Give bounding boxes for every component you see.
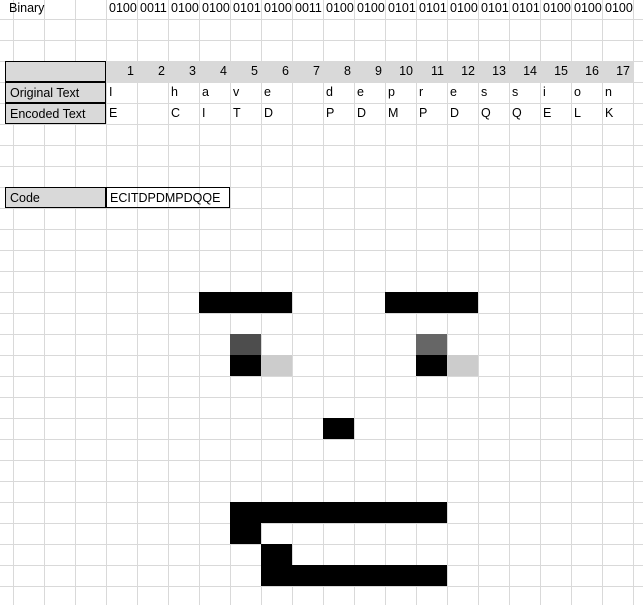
mouth-bottom: [261, 565, 447, 586]
encoded-text-cell[interactable]: M: [385, 103, 416, 124]
column-header[interactable]: 3: [168, 61, 199, 82]
encoded-text-cell[interactable]: P: [323, 103, 354, 124]
left-eye-white: [261, 355, 292, 376]
code-value-cell[interactable]: ECITDPDMPDQQE: [106, 187, 230, 208]
binary-cell[interactable]: 0100: [199, 0, 230, 19]
binary-cell[interactable]: 0100: [354, 0, 385, 19]
encoded-text-cell[interactable]: [292, 103, 323, 124]
binary-cell[interactable]: 0100: [106, 0, 137, 19]
binary-label[interactable]: Binary: [5, 0, 106, 19]
original-text-cell[interactable]: v: [230, 82, 261, 103]
original-text-cell[interactable]: [137, 82, 168, 103]
nose: [323, 418, 354, 439]
binary-cell[interactable]: 0100: [540, 0, 571, 19]
column-header[interactable]: 14: [509, 61, 540, 82]
binary-cell[interactable]: 0100: [168, 0, 199, 19]
encoded-text-cell[interactable]: D: [261, 103, 292, 124]
left-eyebrow: [199, 292, 292, 313]
encoded-text-cell[interactable]: K: [602, 103, 633, 124]
binary-cell[interactable]: 01001: [571, 0, 602, 19]
column-header[interactable]: 15: [540, 61, 571, 82]
mouth-left: [230, 523, 261, 544]
column-header[interactable]: 12: [447, 61, 478, 82]
original-text-cell[interactable]: [292, 82, 323, 103]
binary-cell[interactable]: 0101: [385, 0, 416, 19]
original-text-cell[interactable]: a: [199, 82, 230, 103]
column-header[interactable]: 13: [478, 61, 509, 82]
original-text-cell[interactable]: d: [323, 82, 354, 103]
right-eyebrow: [385, 292, 478, 313]
mouth-corner: [261, 544, 292, 565]
code-label[interactable]: Code: [5, 187, 106, 208]
column-header[interactable]: 11: [416, 61, 447, 82]
encoded-text-cell[interactable]: E: [540, 103, 571, 124]
encoded-text-cell[interactable]: L: [571, 103, 602, 124]
column-header[interactable]: 1: [106, 61, 137, 82]
encoded-text-cell[interactable]: D: [354, 103, 385, 124]
binary-cell[interactable]: 0011: [137, 0, 168, 19]
left-eye-upper: [230, 334, 261, 355]
column-header[interactable]: 6: [261, 61, 292, 82]
column-header[interactable]: 16: [571, 61, 602, 82]
encoded-text-cell[interactable]: D: [447, 103, 478, 124]
column-header[interactable]: 7: [292, 61, 323, 82]
binary-cell[interactable]: 0101: [509, 0, 540, 19]
original-text-cell[interactable]: r: [416, 82, 447, 103]
column-header[interactable]: 10: [385, 61, 416, 82]
encoded-text-cell[interactable]: Q: [509, 103, 540, 124]
binary-cell[interactable]: 0101: [230, 0, 261, 19]
original-text-cell[interactable]: s: [509, 82, 540, 103]
column-header[interactable]: 8: [323, 61, 354, 82]
original-text-cell[interactable]: e: [261, 82, 292, 103]
encoded-text-cell[interactable]: T: [230, 103, 261, 124]
table-corner-header[interactable]: [5, 61, 106, 82]
spreadsheet-grid[interactable]: Binary 0100 0011 0100 0100 0101 0100 0011 0100 01…: [0, 0, 643, 605]
original-text-cell[interactable]: h: [168, 82, 199, 103]
encoded-text-cell[interactable]: Q: [478, 103, 509, 124]
binary-cell[interactable]: 0100: [447, 0, 478, 19]
original-text-label[interactable]: Original Text: [5, 82, 106, 103]
original-text-cell[interactable]: e: [447, 82, 478, 103]
encoded-text-cell[interactable]: P: [416, 103, 447, 124]
encoded-text-cell[interactable]: [137, 103, 168, 124]
binary-cell[interactable]: 0101: [416, 0, 447, 19]
mouth-top: [230, 502, 447, 523]
binary-cell[interactable]: 0100: [261, 0, 292, 19]
right-eye-white: [447, 355, 478, 376]
original-text-cell[interactable]: o: [571, 82, 602, 103]
binary-cell[interactable]: 01001: [602, 0, 633, 19]
right-eye-pupil: [416, 355, 447, 376]
column-header[interactable]: 5: [230, 61, 261, 82]
original-text-cell[interactable]: I: [106, 82, 137, 103]
column-header[interactable]: 2: [137, 61, 168, 82]
column-header[interactable]: 4: [199, 61, 230, 82]
encoded-text-cell[interactable]: I: [199, 103, 230, 124]
original-text-cell[interactable]: e: [354, 82, 385, 103]
binary-cell[interactable]: 0011: [292, 0, 323, 19]
encoded-text-label[interactable]: Encoded Text: [5, 103, 106, 124]
binary-cell[interactable]: 0100: [323, 0, 354, 19]
original-text-cell[interactable]: s: [478, 82, 509, 103]
right-eye-upper: [416, 334, 447, 355]
encoded-text-cell[interactable]: C: [168, 103, 199, 124]
binary-cell[interactable]: 0101: [478, 0, 509, 19]
original-text-cell[interactable]: n: [602, 82, 633, 103]
encoded-text-cell[interactable]: E: [106, 103, 137, 124]
column-header[interactable]: 9: [354, 61, 385, 82]
left-eye-pupil: [230, 355, 261, 376]
original-text-cell[interactable]: i: [540, 82, 571, 103]
column-header[interactable]: 17: [602, 61, 633, 82]
original-text-cell[interactable]: p: [385, 82, 416, 103]
